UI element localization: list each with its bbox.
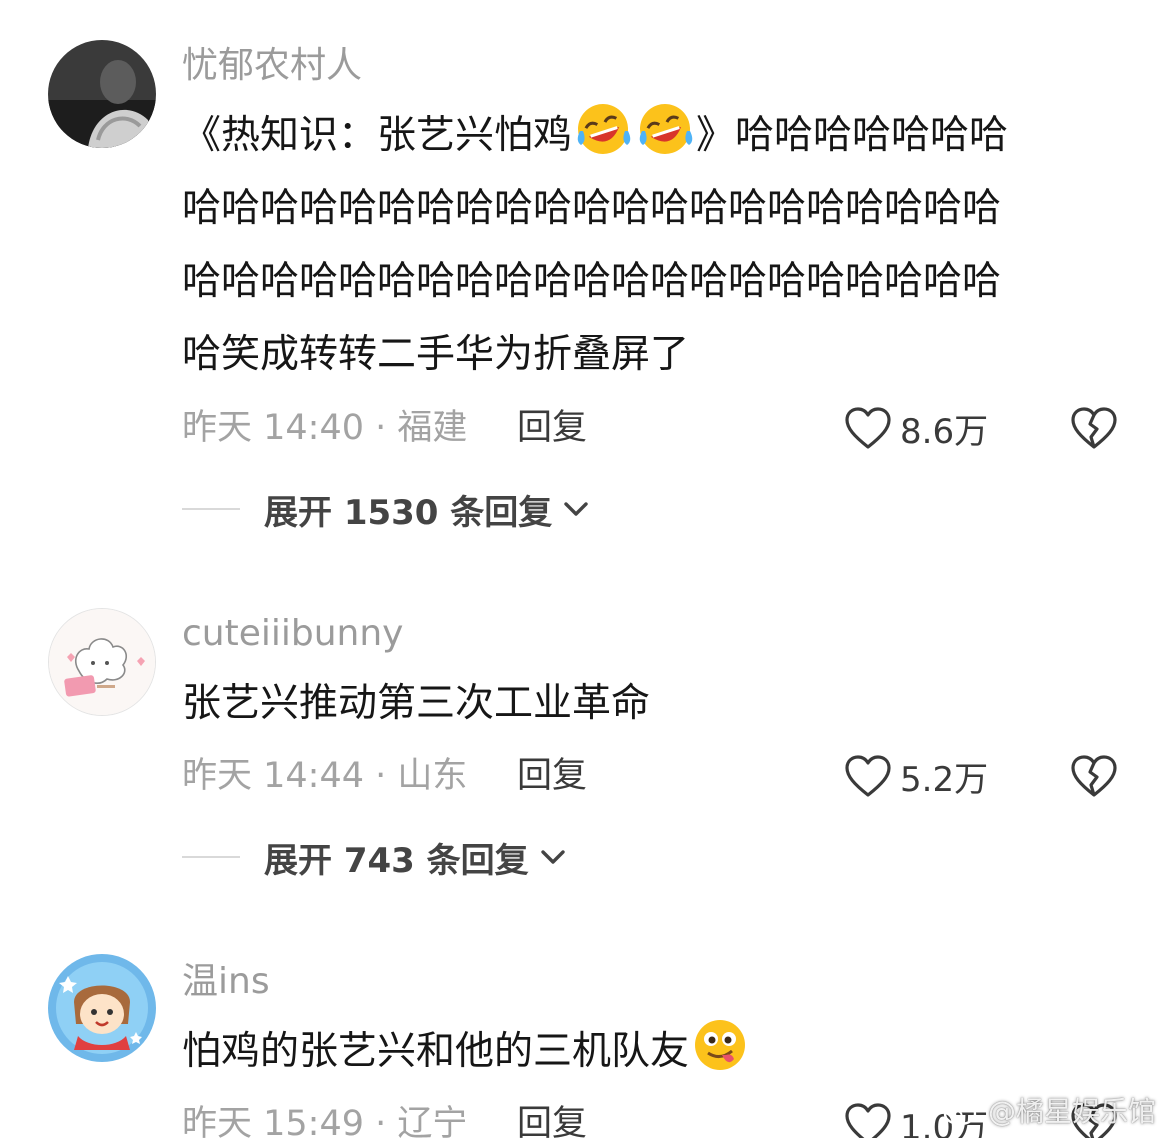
drooling-face-emoji — [692, 1017, 748, 1073]
like-button[interactable]: 5.2万 — [844, 752, 988, 800]
broken-heart-icon — [1071, 407, 1117, 449]
username[interactable]: cuteiiibunny — [182, 612, 403, 656]
comment-line: 张艺兴推动第三次工业革命 — [182, 681, 651, 726]
like-count: 8.6万 — [900, 411, 989, 452]
comment-line: 怕鸡的张艺兴和他的三机队友 — [182, 1015, 1112, 1088]
divider — [182, 508, 240, 510]
watermark: @橘星娱乐馆 — [942, 1090, 1156, 1130]
broken-heart-icon — [1071, 755, 1117, 797]
time-location: 昨天 14:40 · 福建 — [182, 408, 468, 448]
watermark-text: @橘星娱乐馆 — [987, 1095, 1156, 1128]
heart-icon — [845, 1103, 891, 1138]
comment-text: 怕鸡的张艺兴和他的三机队友 — [182, 1015, 1112, 1088]
comment-item: 忧郁农村人 《热知识：张艺兴怕鸡 》哈哈哈哈哈哈哈 哈哈哈哈哈哈哈哈哈哈哈哈哈哈哈… — [0, 0, 1170, 560]
comments-page: 忧郁农村人 《热知识：张艺兴怕鸡 》哈哈哈哈哈哈哈 哈哈哈哈哈哈哈哈哈哈哈哈哈哈哈… — [0, 0, 1170, 1138]
reply-button[interactable]: 回复 — [517, 1100, 587, 1138]
avatar[interactable] — [48, 954, 156, 1062]
like-count: 5.2万 — [900, 759, 989, 800]
comment-line: 哈哈哈哈哈哈哈哈哈哈哈哈哈哈哈哈哈哈哈哈哈 — [182, 259, 1002, 304]
comment-text-segment: 《热知识：张艺兴怕鸡 — [182, 113, 573, 158]
chevron-down-icon — [540, 850, 565, 864]
comment-line: 《热知识：张艺兴怕鸡 》哈哈哈哈哈哈哈 — [182, 99, 1112, 172]
rofl-emoji — [637, 101, 693, 157]
comment-meta: 昨天 14:40 · 福建 回复 8.6万 — [182, 404, 1122, 452]
reply-button[interactable]: 回复 — [517, 404, 587, 452]
comment-meta: 昨天 14:44 · 山东 回复 5.2万 — [182, 752, 1122, 800]
time-location: 昨天 15:49 · 辽宁 — [182, 1104, 468, 1138]
username[interactable]: 忧郁农村人 — [182, 44, 362, 88]
comment-text: 《热知识：张艺兴怕鸡 》哈哈哈哈哈哈哈 哈哈哈哈哈哈哈哈哈哈哈哈哈哈哈哈哈哈哈哈哈… — [182, 99, 1112, 391]
dislike-button[interactable] — [1070, 754, 1118, 798]
expand-replies[interactable]: 展开 1530 条回复 — [182, 484, 590, 534]
expand-replies[interactable]: 展开 743 条回复 — [182, 832, 567, 882]
heart-icon — [845, 407, 891, 449]
username[interactable]: 温ins — [182, 960, 270, 1004]
comment-line: 哈笑成转转二手华为折叠屏了 — [182, 332, 690, 377]
dislike-button[interactable] — [1070, 406, 1118, 450]
heart-icon — [845, 755, 891, 797]
avatar[interactable] — [48, 608, 156, 716]
expand-replies-label: 展开 743 条回复 — [264, 840, 529, 881]
divider — [182, 856, 240, 858]
time-location: 昨天 14:44 · 山东 — [182, 756, 468, 796]
comment-text: 张艺兴推动第三次工业革命 — [182, 667, 1112, 740]
avatar[interactable] — [48, 40, 156, 148]
expand-replies-label: 展开 1530 条回复 — [264, 492, 553, 533]
like-button[interactable]: 8.6万 — [844, 404, 988, 452]
comment-text-segment: 》哈哈哈哈哈哈哈 — [696, 113, 1009, 158]
comment-text-segment: 怕鸡的张艺兴和他的三机队友 — [182, 1029, 690, 1074]
reply-button[interactable]: 回复 — [517, 752, 587, 800]
comment-item: cuteiiibunny 张艺兴推动第三次工业革命 昨天 14:44 · 山东 … — [0, 560, 1170, 910]
rofl-emoji — [575, 101, 631, 157]
comment-line: 哈哈哈哈哈哈哈哈哈哈哈哈哈哈哈哈哈哈哈哈哈 — [182, 186, 1002, 231]
chevron-down-icon — [564, 502, 589, 516]
weibo-icon — [943, 1098, 980, 1126]
